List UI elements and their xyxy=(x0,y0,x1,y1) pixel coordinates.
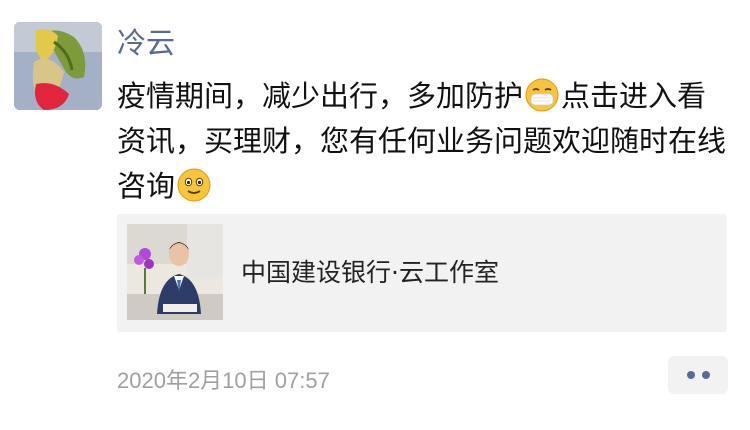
two-dots-icon xyxy=(686,371,695,379)
author-name[interactable]: 冷云 xyxy=(117,25,175,61)
mask-face-emoji-icon xyxy=(525,78,559,112)
smile-face-emoji-icon xyxy=(177,168,211,202)
share-card-title: 中国建设银行·云工作室 xyxy=(241,258,499,287)
two-dots-icon xyxy=(701,371,710,379)
share-card[interactable]: 中国建设银行·云工作室 xyxy=(117,214,727,332)
avatar[interactable] xyxy=(14,22,102,110)
more-actions-button[interactable] xyxy=(668,356,728,394)
bank-staff-photo-icon xyxy=(127,224,223,320)
post-text: 疫情期间，减少出行，多加防护 点击进入看资讯，买理财，您有任何业务问题欢迎随时在… xyxy=(117,74,727,209)
post-timestamp: 2020年2月10日 07:57 xyxy=(117,368,330,393)
post-text-part1: 疫情期间，减少出行，多加防护 xyxy=(117,79,524,113)
